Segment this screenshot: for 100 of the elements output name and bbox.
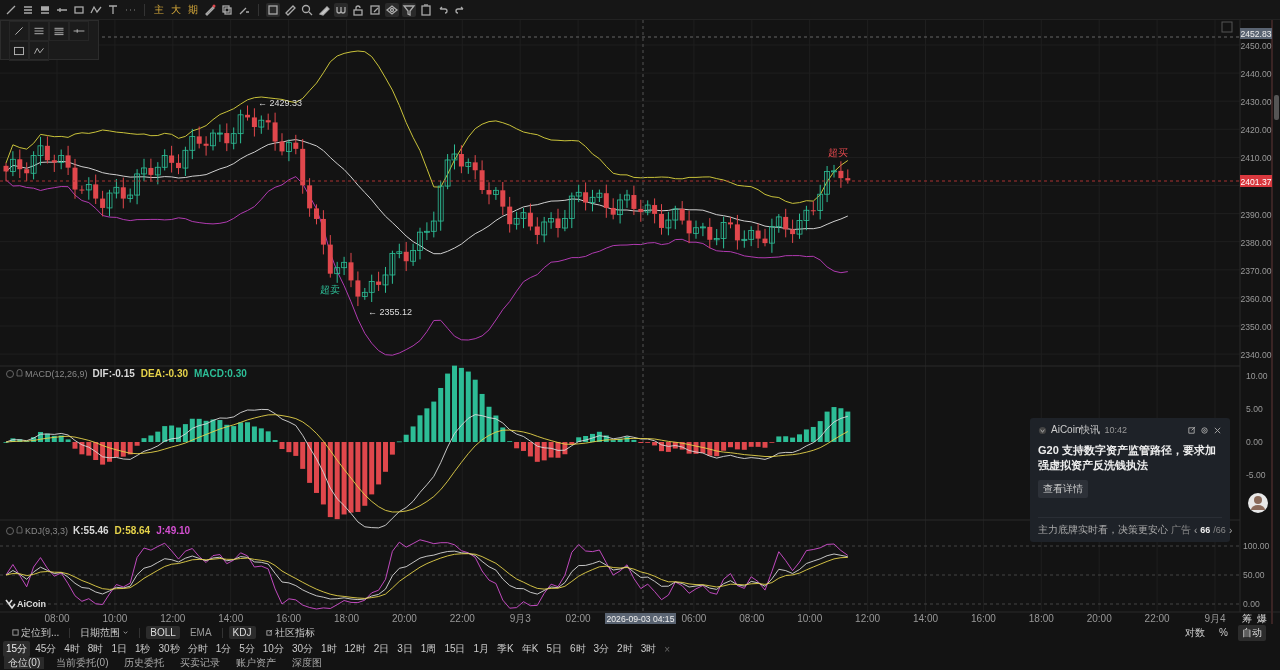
kdj-axis-label: 0.00 xyxy=(1243,599,1260,609)
timeframe-tab[interactable]: 2日 xyxy=(370,641,393,657)
macd-axis-label: 10.00 xyxy=(1246,371,1268,381)
price-axis-label: 2380.00 xyxy=(1240,237,1272,248)
timeframe-tab[interactable]: 30分 xyxy=(288,641,316,657)
timeframe-tab[interactable]: 1分 xyxy=(212,641,235,657)
page-total: /66 xyxy=(1213,525,1226,535)
timeframe-tab[interactable]: 季K xyxy=(494,641,517,657)
price-axis-label: 2450.00 xyxy=(1240,41,1272,51)
time-axis-label: 20:00 xyxy=(391,613,417,624)
time-axis-label: 2026-09-03 04:15 xyxy=(606,613,675,624)
bottom-tab[interactable]: 账户资产 xyxy=(232,657,281,669)
indicator-tab[interactable]: BOLL xyxy=(146,626,180,639)
indicator-value: J:49.10 xyxy=(156,525,191,536)
indicator-title: KDJ(9,3,3) xyxy=(25,526,68,536)
chart-side-button[interactable]: 爆 xyxy=(1257,613,1267,624)
indicator-mark[interactable]: 期 xyxy=(186,2,200,17)
logo-text: AiCoin xyxy=(17,599,46,609)
timeframe-tab[interactable]: 2时 xyxy=(614,641,636,657)
scale-option[interactable]: % xyxy=(1215,626,1232,639)
time-axis-label: 14:00 xyxy=(913,613,938,624)
time-axis-label: 16:00 xyxy=(970,613,996,624)
timeframe-tab[interactable]: 1月 xyxy=(470,641,493,657)
price-axis-label: 2360.00 xyxy=(1240,293,1272,304)
time-axis-label: 12:00 xyxy=(160,613,186,624)
price-axis-label: 2390.00 xyxy=(1240,209,1272,220)
timeframe-tab[interactable]: 年K xyxy=(518,641,542,657)
time-axis-label: 14:00 xyxy=(218,613,244,624)
ad-text[interactable]: 主力底牌实时看，决策更安心 xyxy=(1038,523,1168,537)
news-time: 10:42 xyxy=(1104,425,1128,435)
timeframe-tab[interactable]: 1时 xyxy=(318,641,340,657)
last-price-label: 2401.37 xyxy=(1240,176,1272,187)
macd-axis-label: -5.00 xyxy=(1246,470,1266,480)
price-axis-label: 2370.00 xyxy=(1240,265,1272,276)
time-axis-label: 12:00 xyxy=(855,613,881,624)
time-axis-label: 08:00 xyxy=(739,613,765,624)
indicator-mark[interactable]: 大 xyxy=(169,2,183,17)
time-axis-label: 18:00 xyxy=(334,613,359,624)
news-headline: G20 支持数字资产监管路径，要求加强虚拟资产反洗钱执法 xyxy=(1038,443,1217,473)
timeframe-tab[interactable]: 12时 xyxy=(341,641,369,657)
locate-button[interactable]: 定位到... xyxy=(8,624,64,641)
indicator-tab[interactable]: EMA xyxy=(185,626,216,639)
bottom-tab[interactable]: 买卖记录 xyxy=(176,657,225,669)
timeframe-tab[interactable]: 10分 xyxy=(259,641,287,657)
page-number: 66 xyxy=(1200,525,1211,535)
time-axis-label: 08:00 xyxy=(44,613,70,624)
crosshair-price-label: 2452.83 xyxy=(1240,28,1272,39)
price-axis-label: 2340.00 xyxy=(1240,350,1272,361)
timeframe-tab[interactable]: 8时 xyxy=(84,641,107,657)
time-axis-label: 22:00 xyxy=(1144,613,1170,624)
signal-label: 超买 xyxy=(828,147,848,158)
time-axis-label: 10:00 xyxy=(797,613,823,624)
next-button[interactable]: › xyxy=(1228,524,1233,536)
date-range-dropdown[interactable]: 日期范围 xyxy=(76,624,134,641)
timeframe-tab[interactable]: 15分 xyxy=(3,641,31,657)
indicator-mark[interactable]: 主 xyxy=(152,2,166,17)
time-axis-label: 10:00 xyxy=(102,613,128,624)
community-indicators-button[interactable]: 社区指标 xyxy=(261,624,319,641)
macd-axis-label: 5.00 xyxy=(1246,404,1263,414)
macd-axis-label: 0.00 xyxy=(1246,437,1263,447)
time-axis-label: 9月4 xyxy=(1204,613,1226,624)
indicator-value: DIF:-0.15 xyxy=(92,368,135,379)
bottom-tab[interactable]: 历史委托 xyxy=(120,657,169,669)
price-axis-label: 2420.00 xyxy=(1240,125,1272,136)
indicator-value: MACD:0.30 xyxy=(194,368,247,379)
previous-button[interactable]: ‹ xyxy=(1194,524,1198,536)
scale-option[interactable]: 对数 xyxy=(1181,624,1210,641)
price-axis-label: 2440.00 xyxy=(1240,69,1272,80)
timeframe-tab[interactable]: 1秒 xyxy=(131,641,154,657)
time-axis-label: 02:00 xyxy=(565,613,591,624)
timeframe-tab[interactable]: 1周 xyxy=(417,641,440,657)
timeframe-tab[interactable]: 45分 xyxy=(32,641,60,657)
indicator-value: DEA:-0.30 xyxy=(140,368,188,379)
bottom-tab[interactable]: 深度图 xyxy=(288,657,327,669)
scale-option[interactable]: 自动 xyxy=(1238,624,1266,641)
timeframe-tab[interactable]: 3分 xyxy=(590,641,613,657)
indicator-value: K:55.46 xyxy=(73,525,109,536)
timeframe-tab[interactable]: 5日 xyxy=(543,641,565,657)
indicator-value: D:58.64 xyxy=(114,525,151,536)
price-axis-label: 2430.00 xyxy=(1240,97,1272,108)
bottom-tab[interactable]: 当前委托(0) xyxy=(52,657,113,669)
chart-side-button[interactable]: 筹 xyxy=(1242,613,1252,624)
timeframe-tab[interactable]: 15日 xyxy=(441,641,469,657)
indicator-tab[interactable]: KDJ xyxy=(228,626,256,639)
time-axis-label: 20:00 xyxy=(1086,613,1112,624)
timeframe-tab[interactable]: 4时 xyxy=(61,641,83,657)
timeframe-tab[interactable]: 3时 xyxy=(637,641,660,657)
bottom-tab[interactable]: 仓位(0) xyxy=(4,657,45,669)
details-button[interactable]: 查看详情 xyxy=(1038,480,1088,498)
price-annotation: ← 2429.33 xyxy=(258,98,303,108)
kdj-axis-label: 100.00 xyxy=(1243,541,1270,551)
timeframe-tab[interactable]: 3日 xyxy=(394,641,416,657)
signal-label: 超卖 xyxy=(320,284,340,295)
timeframe-tab[interactable]: 分时 xyxy=(184,641,211,657)
timeframe-tab[interactable]: 30秒 xyxy=(155,641,183,657)
timeframe-tab[interactable]: 6时 xyxy=(566,641,589,657)
price-axis-label: 2350.00 xyxy=(1240,322,1272,332)
timeframe-tab[interactable]: 1日 xyxy=(108,641,130,657)
timeframe-tab[interactable]: 5分 xyxy=(236,641,258,657)
time-axis-label: 9月3 xyxy=(509,613,531,624)
